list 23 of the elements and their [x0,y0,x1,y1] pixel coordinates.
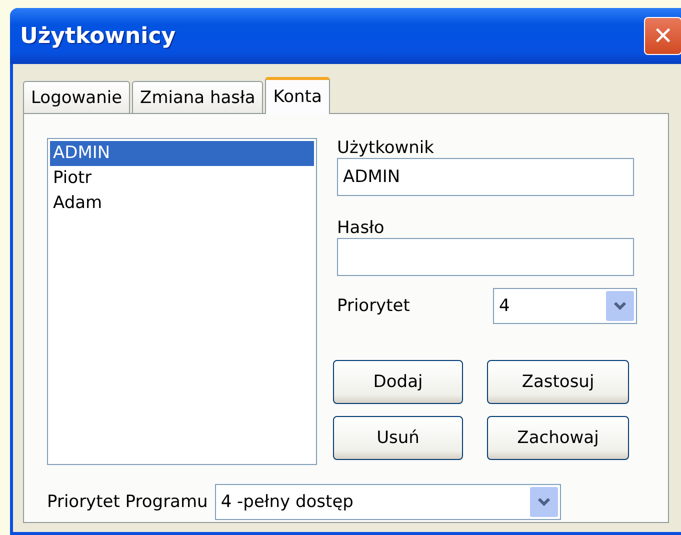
dropdown-value: 4 [499,296,510,316]
field-label: Priorytet [337,296,410,316]
user-list-item[interactable]: Piotr [50,166,314,191]
tab[interactable]: Konta [265,77,330,114]
close-button[interactable]: ✕ [644,17,681,55]
window-title: Użytkownicy [20,24,177,48]
user-list-item[interactable]: ADMIN [50,141,314,166]
action-button[interactable]: Zachowaj [487,416,629,460]
field-label: Użytkownik [337,138,435,158]
action-button[interactable]: Zastosuj [487,360,629,404]
dropdown-value: 4 -pełny dostęp [220,492,354,512]
field-label: Hasło [337,218,386,238]
user-list-item[interactable]: Adam [50,191,314,216]
tab[interactable]: Zmiana hasła [132,81,264,114]
action-button[interactable]: Usuń [333,416,463,460]
user-list[interactable]: ADMIN Piotr Adam [47,138,317,465]
tab[interactable]: Logowanie [23,81,130,114]
priority-dropdown[interactable]: 4 [493,288,637,324]
program-priority-dropdown[interactable]: 4 -pełny dostęp [214,484,561,520]
password-field[interactable] [337,238,634,276]
field-label: Priorytet Programu [47,492,208,512]
action-button[interactable]: Dodaj [333,360,463,404]
username-field[interactable]: ADMIN [337,158,634,196]
